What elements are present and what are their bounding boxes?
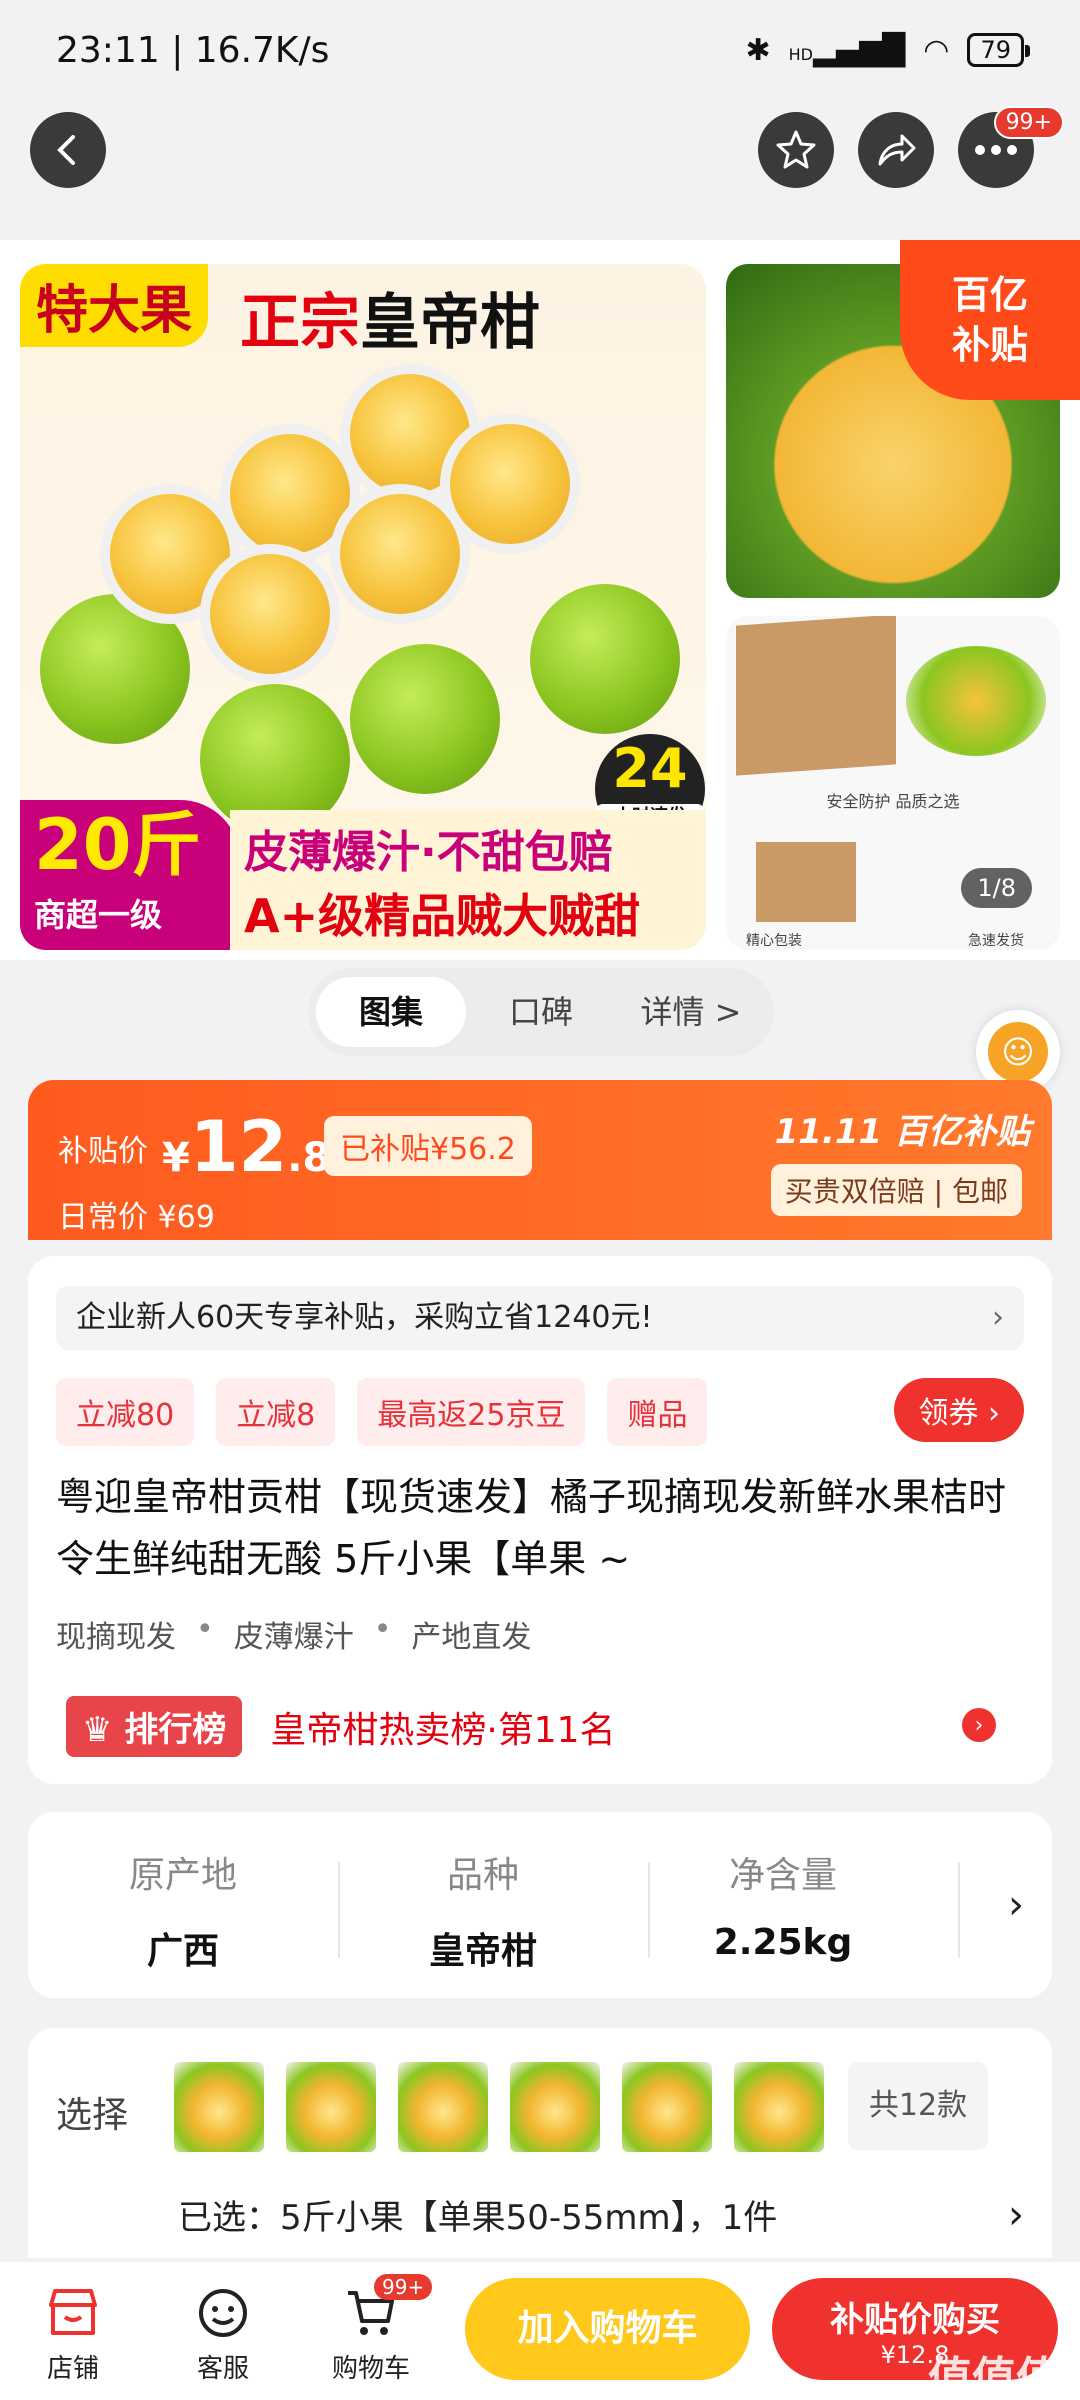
ranking-arrow-icon[interactable]: › <box>962 1708 996 1742</box>
price-card: 补贴价 ¥12.8 已补贴¥56.2 日常价 ¥69 11.11 百亿补贴 买贵… <box>28 1080 1052 1240</box>
daily-price: 日常价 ¥69 <box>58 1200 215 1235</box>
pack-caption: 精心包装 <box>746 933 802 949</box>
signal-icon: HD▂▄▆█ <box>788 32 906 68</box>
chevron-left-icon <box>57 135 75 165</box>
variant-thumbnails <box>174 2062 824 2152</box>
back-button[interactable] <box>30 112 106 188</box>
ship-caption: 急速发货 <box>968 933 1024 949</box>
share-button[interactable] <box>858 112 934 188</box>
variant-thumbnail[interactable] <box>734 2062 824 2152</box>
content-tabs: 图集 口碑 详情 > <box>308 968 774 1056</box>
accessibility-icon: ☺ <box>988 1022 1048 1082</box>
ranking-badge: ♛ 排行榜 <box>66 1696 243 1757</box>
variant-count[interactable]: 共12款 <box>848 2062 988 2150</box>
fruit-plate-illustration <box>906 646 1046 756</box>
more-dots-icon <box>975 145 1017 155</box>
attr-net-weight: 净含量 2.25kg <box>713 1855 853 1963</box>
subsidized-amount: 已补贴¥56.2 <box>324 1116 532 1176</box>
shop-icon <box>49 2289 97 2335</box>
selling-point-band: 皮薄爆汁·不甜包赔 A+级精品贼大贼甜 <box>230 810 706 950</box>
attr-origin: 原产地 广西 <box>128 1855 237 1972</box>
share-icon <box>878 134 916 166</box>
wifi-icon: ◠ <box>923 32 950 68</box>
status-icons: ✱ HD▂▄▆█ ◠ 79 <box>745 32 1030 68</box>
small-box-illustration <box>756 842 856 922</box>
bluetooth-icon: ✱ <box>745 32 771 68</box>
variant-thumbnail[interactable] <box>286 2062 376 2152</box>
coupon-list: 立减80 立减8 最高返25京豆 赠品 <box>56 1378 708 1446</box>
feature-list: 现摘现发 • 皮薄爆汁 • 产地直发 <box>56 1612 532 1655</box>
trophy-icon: ♛ <box>82 1710 113 1750</box>
tab-reviews[interactable]: 口碑 <box>466 977 616 1047</box>
more-button[interactable]: 99+ <box>958 106 1064 188</box>
main-image-title: 正宗皇帝柑 <box>240 288 540 358</box>
variant-selection-card[interactable]: 选择 共12款 已选：5斤小果【单果50-55mm】，1件 › <box>28 2028 1052 2258</box>
select-label: 选择 <box>56 2095 129 2136</box>
service-label: 客服 <box>196 2354 249 2384</box>
feature-item: 产地直发 <box>411 1620 532 1655</box>
chevron-right-icon[interactable]: › <box>1008 1882 1024 1928</box>
subsidy-price: ¥12.8 <box>162 1106 331 1188</box>
coupon-tag[interactable]: 立减8 <box>216 1378 336 1446</box>
battery-icon: 79 <box>967 33 1030 67</box>
variant-thumbnail[interactable] <box>622 2062 712 2152</box>
coupon-tag[interactable]: 赠品 <box>607 1378 708 1446</box>
variant-thumbnail[interactable] <box>174 2062 264 2152</box>
bottom-action-bar: 店铺 客服 99+ 购物车 加入购物车 补贴价购买 ¥12.8 <box>0 2262 1080 2400</box>
subsidy-corner-logo: 百亿 补贴 <box>900 240 1080 400</box>
buy-label: 补贴价购买 <box>830 2300 1000 2340</box>
chat-face-icon <box>199 2289 247 2337</box>
cart-badge: 99+ <box>374 2274 433 2300</box>
attributes-card[interactable]: 原产地 广西 品种 皇帝柑 净含量 2.25kg › <box>28 1812 1052 1998</box>
ranking-text: 皇帝柑热卖榜·第11名 <box>270 1709 616 1751</box>
selected-variant: 已选：5斤小果【单果50-55mm】，1件 <box>178 2198 778 2238</box>
status-time: 23:11 | 16.7K/s <box>56 29 330 71</box>
promo-text: 企业新人60天专享补贴，采购立省1240元! <box>76 1300 653 1335</box>
box-caption: 安全防护 品质之选 <box>826 792 960 811</box>
side-product-image-box[interactable]: 安全防护 品质之选 精心包装 急速发货 1/8 <box>726 616 1060 950</box>
chevron-right-icon: › <box>992 1300 1004 1335</box>
star-icon <box>776 130 816 169</box>
box-illustration <box>736 616 896 776</box>
main-product-image[interactable]: 特大果 正宗皇帝柑 24小时速发 20斤 商超一级 皮薄爆汁·不甜包赔 A+级精… <box>20 264 706 950</box>
shop-label: 店铺 <box>46 2354 99 2384</box>
status-bar: 23:11 | 16.7K/s ✱ HD▂▄▆█ ◠ 79 <box>0 0 1080 100</box>
watermark: 值值值 <box>928 2353 1060 2400</box>
ranking-row[interactable]: ♛ 排行榜 皇帝柑热卖榜·第11名 <box>66 1696 616 1757</box>
coupon-tag[interactable]: 立减80 <box>56 1378 195 1446</box>
cart-button[interactable]: 99+ 购物车 <box>316 2274 433 2385</box>
feature-item: 皮薄爆汁 <box>233 1620 354 1655</box>
image-counter: 1/8 <box>961 868 1032 908</box>
customer-service-button[interactable]: 客服 <box>168 2282 278 2385</box>
shop-button[interactable]: 店铺 <box>18 2282 128 2385</box>
tab-details[interactable]: 详情 > <box>616 977 766 1047</box>
product-info-card: 企业新人60天专享补贴，采购立省1240元! › 立减80 立减8 最高返25京… <box>28 1256 1052 1784</box>
guarantee-badge: 买贵双倍赔 | 包邮 <box>770 1164 1022 1216</box>
tab-gallery[interactable]: 图集 <box>316 977 466 1047</box>
more-badge: 99+ <box>993 106 1064 139</box>
feature-item: 现摘现发 <box>56 1620 176 1655</box>
image-gallery[interactable]: 特大果 正宗皇帝柑 24小时速发 20斤 商超一级 皮薄爆汁·不甜包赔 A+级精… <box>0 240 1080 960</box>
variant-thumbnail[interactable] <box>398 2062 488 2152</box>
big-fruit-tag: 特大果 <box>20 264 209 347</box>
attr-variety: 品种 皇帝柑 <box>428 1855 537 1972</box>
product-title: 粤迎皇帝柑贡柑【现货速发】橘子现摘现发新鲜水果桔时令生鲜纯甜无酸 5斤小果【单果… <box>56 1475 1007 1581</box>
chevron-right-icon[interactable]: › <box>1008 2192 1024 2238</box>
favorite-button[interactable] <box>758 112 834 188</box>
get-coupon-button[interactable]: 领券 › <box>894 1378 1024 1442</box>
cart-label: 购物车 <box>331 2354 410 2384</box>
weight-badge: 20斤 商超一级 <box>20 800 240 950</box>
coupon-tag[interactable]: 最高返25京豆 <box>357 1378 586 1446</box>
variant-thumbnail[interactable] <box>510 2062 600 2152</box>
enterprise-promo-bar[interactable]: 企业新人60天专享补贴，采购立省1240元! › <box>56 1286 1024 1350</box>
subsidy-brand-link[interactable]: 11.11 百亿补贴 <box>775 1104 1030 1153</box>
price-label: 补贴价 <box>58 1134 148 1169</box>
add-to-cart-button[interactable]: 加入购物车 <box>465 2278 750 2380</box>
